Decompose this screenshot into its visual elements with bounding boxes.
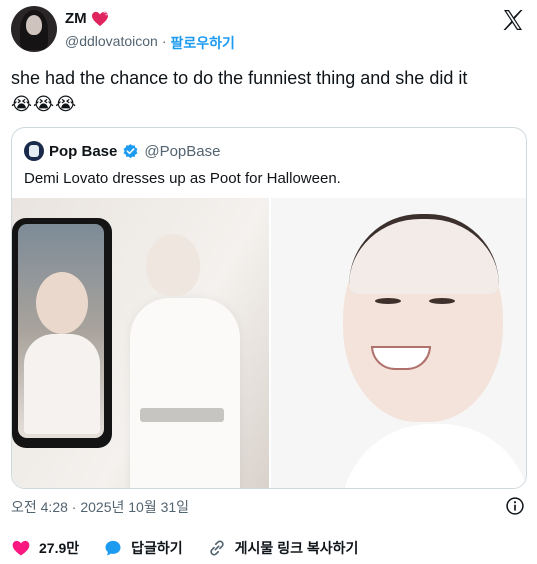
quote-author-handle[interactable]: @PopBase (144, 143, 220, 160)
quoted-tweet[interactable]: Pop Base @PopBase Demi Lovato dresses up… (11, 127, 527, 489)
tweet-text: she had the chance to do the funniest th… (11, 68, 468, 88)
author-avatar[interactable] (11, 6, 57, 52)
verified-icon (123, 143, 138, 158)
x-logo-icon[interactable] (501, 8, 525, 32)
like-button[interactable]: 27.9만 (11, 538, 79, 558)
quote-text: Demi Lovato dresses up as Poot for Hallo… (24, 170, 341, 187)
heart-emoji-icon (91, 10, 109, 27)
figure-body (130, 298, 240, 488)
figure-belt (140, 408, 224, 422)
tweet-emojis: 😭😭😭 (11, 94, 78, 114)
media-photo-1[interactable] (12, 198, 269, 488)
quote-media[interactable] (12, 198, 526, 488)
phone-image (12, 218, 112, 448)
quote-author-name[interactable]: Pop Base (49, 143, 117, 160)
portrait-shoulders (341, 424, 526, 488)
author-handle-row: @ddlovatoicon · 팔로우하기 (65, 33, 235, 53)
tweet-timestamp[interactable]: 오전 4:28 · 2025년 10월 31일 (11, 497, 189, 517)
link-icon (209, 540, 224, 556)
tweet-header: ZM @ddlovatoicon · 팔로우하기 (11, 6, 529, 56)
like-count: 27.9만 (39, 540, 80, 556)
like-icon (12, 540, 30, 556)
action-bar: 27.9만 답글하기 게시물 링크 복사하기 (11, 537, 529, 559)
reply-icon (105, 540, 121, 556)
author-name[interactable]: ZM (65, 10, 87, 27)
quote-avatar[interactable] (24, 141, 44, 161)
media-photo-2[interactable] (271, 198, 526, 488)
figure-head (146, 234, 200, 296)
portrait-scalp (349, 214, 499, 294)
reply-label: 답글하기 (131, 540, 183, 556)
author-handle[interactable]: @ddlovatoicon (65, 33, 158, 53)
author-name-row: ZM (65, 10, 109, 27)
portrait-eye-right (429, 298, 455, 304)
info-icon[interactable] (505, 496, 525, 516)
copy-link-label: 게시물 링크 복사하기 (234, 540, 359, 556)
quote-header: Pop Base @PopBase (24, 141, 220, 161)
separator: · (161, 33, 167, 49)
follow-button[interactable]: 팔로우하기 (171, 33, 235, 53)
copy-link-button[interactable]: 게시물 링크 복사하기 (207, 538, 359, 558)
portrait-eye-left (375, 298, 401, 304)
tweet-body: she had the chance to do the funniest th… (11, 66, 529, 116)
reply-button[interactable]: 답글하기 (103, 538, 183, 558)
